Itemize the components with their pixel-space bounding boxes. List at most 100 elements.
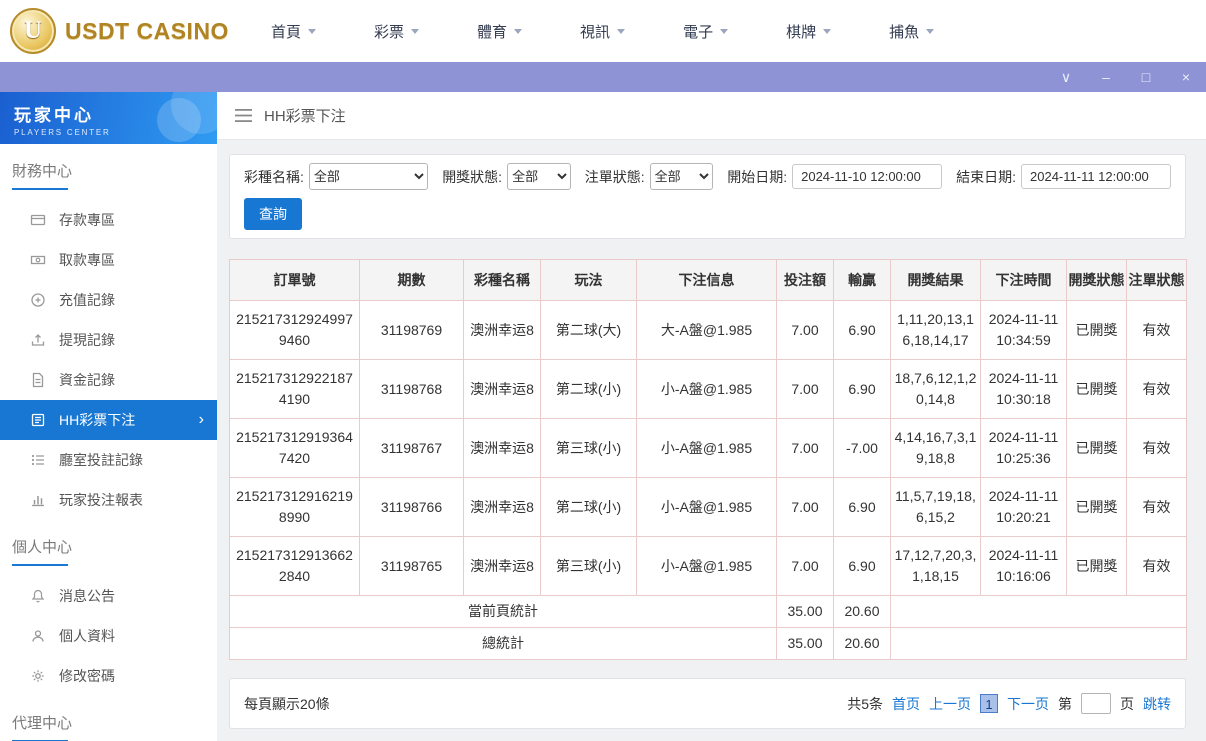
column-header-play: 玩法 — [540, 259, 637, 301]
sidebar-item-deposit[interactable]: 存款專區 — [0, 200, 217, 240]
gear-icon — [30, 668, 46, 684]
table-row: 2152173129162198990 31198766 澳洲幸运8 第二球(小… — [229, 477, 1187, 537]
search-button[interactable]: 查詢 — [244, 198, 302, 230]
nav-item-home[interactable]: 首頁 — [271, 21, 317, 42]
cell-amount: 7.00 — [776, 300, 834, 360]
nav-item-lottery[interactable]: 彩票 — [374, 21, 420, 42]
sidebar-item-label: 資金記錄 — [59, 372, 115, 388]
sidebar-subtitle: PLAYERS CENTER — [14, 128, 111, 137]
chevron-right-icon: › — [198, 411, 204, 428]
window-minimize-icon[interactable]: – — [1086, 62, 1126, 92]
user-icon — [30, 628, 46, 644]
cell-result: 17,12,7,20,3,1,18,15 — [890, 536, 981, 596]
cell-bet-info: 小-A盤@1.985 — [636, 477, 777, 537]
chevron-down-icon — [823, 28, 832, 34]
sidebar-item-withdraw[interactable]: 取款專區 — [0, 240, 217, 280]
cell-win: 6.90 — [833, 477, 891, 537]
cell-win: -7.00 — [833, 418, 891, 478]
cell-result: 18,7,6,12,1,20,14,8 — [890, 359, 981, 419]
cell-win: 6.90 — [833, 359, 891, 419]
table-row: 2152173129136622840 31198765 澳洲幸运8 第三球(小… — [229, 536, 1187, 596]
summary-amount: 35.00 — [776, 595, 834, 628]
cell-result: 4,14,16,7,3,19,18,8 — [890, 418, 981, 478]
table-header-row: 訂單號 期數 彩種名稱 玩法 下注信息 投注額 輸贏 開獎結果 下注時間 開獎狀… — [229, 259, 1187, 301]
sidebar-item-hh-lottery-bets[interactable]: HH彩票下注 › — [0, 400, 217, 440]
cell-amount: 7.00 — [776, 418, 834, 478]
sidebar-item-player-report[interactable]: 玩家投注報表 — [0, 480, 217, 520]
logo: U USDT CASINO — [10, 8, 235, 54]
hamburger-menu-icon[interactable] — [235, 109, 252, 122]
cell-order-status: 有效 — [1126, 359, 1187, 419]
summary-label: 當前頁統計 — [229, 595, 777, 628]
column-header-order-status: 注單狀態 — [1126, 259, 1187, 301]
nav-item-sports[interactable]: 體育 — [477, 21, 523, 42]
nav-item-fishing[interactable]: 捕魚 — [889, 21, 935, 42]
logo-coin-icon: U — [10, 8, 56, 54]
cell-bet-info: 小-A盤@1.985 — [636, 359, 777, 419]
pagination-bar: 每頁顯示20條 共5条 首页 上一页 1 下一页 第 页 跳转 — [229, 678, 1186, 729]
content-area: HH彩票下注 彩種名稱: 全部 開獎狀態: 全部 注單狀態: 全部 開始日期: … — [217, 92, 1206, 741]
window-close-icon[interactable]: × — [1166, 62, 1206, 92]
window-chevron-icon[interactable]: ∨ — [1046, 62, 1086, 92]
sidebar-item-label: 玩家投注報表 — [59, 492, 143, 508]
cell-draw-status: 已開獎 — [1066, 477, 1127, 537]
sidebar-item-cashout-records[interactable]: 提現記錄 — [0, 320, 217, 360]
cell-order-status: 有效 — [1126, 477, 1187, 537]
filter-row: 彩種名稱: 全部 開獎狀態: 全部 注單狀態: 全部 開始日期: 結束日期: — [244, 163, 1171, 190]
column-header-result: 開獎結果 — [890, 259, 981, 301]
draw-status-label: 開獎狀態: — [442, 168, 503, 185]
cell-draw-status: 已開獎 — [1066, 359, 1127, 419]
summary-row-current-page: 當前頁統計 35.00 20.60 — [229, 595, 1187, 628]
cell-play: 第三球(小) — [540, 418, 637, 478]
cell-amount: 7.00 — [776, 536, 834, 596]
sidebar-item-label: HH彩票下注 — [59, 412, 136, 428]
nav-item-slots[interactable]: 電子 — [683, 21, 729, 42]
cell-play: 第二球(小) — [540, 477, 637, 537]
sidebar-item-label: 充值記錄 — [59, 292, 115, 308]
nav-label: 彩票 — [374, 23, 405, 41]
column-header-draw-status: 開獎狀態 — [1066, 259, 1127, 301]
sidebar-item-change-password[interactable]: 修改密碼 — [0, 656, 217, 696]
lottery-name-select[interactable]: 全部 — [308, 163, 429, 190]
draw-status-select[interactable]: 全部 — [507, 163, 571, 190]
cell-time: 2024-11-11 10:34:59 — [980, 300, 1067, 360]
sidebar-item-room-bet-records[interactable]: 廳室投註記錄 — [0, 440, 217, 480]
first-page-link[interactable]: 首页 — [892, 694, 920, 714]
cell-play: 第二球(大) — [540, 300, 637, 360]
jump-suffix-text: 页 — [1120, 695, 1134, 712]
window-maximize-icon[interactable]: □ — [1126, 62, 1166, 92]
end-date-label: 結束日期: — [956, 168, 1016, 185]
cell-draw-status: 已開獎 — [1066, 418, 1127, 478]
section-heading-agent: 代理中心 — [12, 712, 205, 741]
cell-period: 31198768 — [359, 359, 464, 419]
nav-item-live[interactable]: 視訊 — [580, 21, 626, 42]
chevron-down-icon — [617, 28, 626, 34]
player-report-icon — [30, 492, 46, 508]
bell-icon — [30, 588, 46, 604]
chevron-down-icon — [514, 28, 523, 34]
sidebar-item-profile[interactable]: 個人資料 — [0, 616, 217, 656]
next-page-link[interactable]: 下一页 — [1007, 694, 1049, 714]
cell-bet-info: 小-A盤@1.985 — [636, 536, 777, 596]
nav-item-boardgames[interactable]: 棋牌 — [786, 21, 832, 42]
prev-page-link[interactable]: 上一页 — [929, 694, 971, 714]
sidebar-item-label: 提現記錄 — [59, 332, 115, 348]
order-status-select[interactable]: 全部 — [649, 163, 714, 190]
cell-order: 2152173129193647420 — [229, 418, 360, 478]
jump-button[interactable]: 跳转 — [1143, 694, 1171, 714]
sidebar-item-funds-records[interactable]: 資金記錄 — [0, 360, 217, 400]
sidebar-item-recharge-records[interactable]: 充值記錄 — [0, 280, 217, 320]
start-date-input[interactable] — [792, 164, 943, 189]
end-date-input[interactable] — [1021, 164, 1171, 189]
sidebar-item-announcements[interactable]: 消息公告 — [0, 576, 217, 616]
pager-controls: 共5条 首页 上一页 1 下一页 第 页 跳转 — [847, 693, 1171, 714]
current-page-indicator[interactable]: 1 — [980, 694, 998, 713]
cell-time: 2024-11-11 10:16:06 — [980, 536, 1067, 596]
players-center-banner: 玩家中心 PLAYERS CENTER — [0, 92, 217, 144]
summary-row-total: 總統計 35.00 20.60 — [229, 627, 1187, 660]
page-jump-input[interactable] — [1081, 693, 1111, 714]
summary-empty — [890, 595, 1187, 628]
summary-win: 20.60 — [833, 627, 891, 660]
cell-lottery: 澳洲幸运8 — [463, 536, 541, 596]
summary-win: 20.60 — [833, 595, 891, 628]
